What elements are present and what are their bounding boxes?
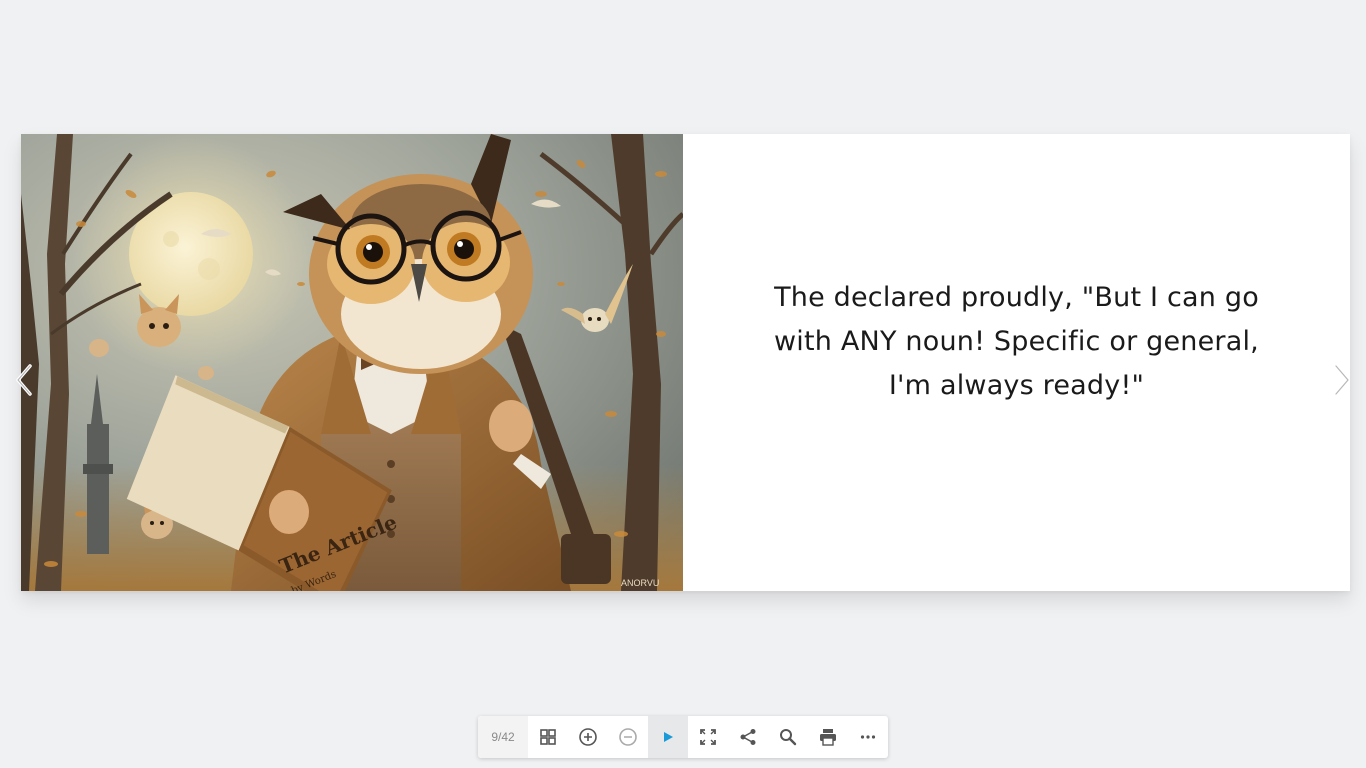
play-icon	[664, 732, 673, 742]
next-page-button[interactable]	[1328, 362, 1356, 398]
more-icon	[860, 735, 876, 739]
zoom-out-icon	[619, 728, 637, 746]
owl-reading-book-illustration: The Article by Words ANORVU	[21, 134, 683, 591]
fullscreen-button[interactable]	[688, 716, 728, 758]
zoom-out-button[interactable]	[608, 716, 648, 758]
share-button[interactable]	[728, 716, 768, 758]
zoom-in-button[interactable]	[568, 716, 608, 758]
more-button[interactable]	[848, 716, 888, 758]
share-icon	[740, 729, 756, 745]
artist-signature: ANORVU	[621, 578, 659, 588]
print-button[interactable]	[808, 716, 848, 758]
print-icon	[820, 729, 836, 746]
previous-page-button[interactable]	[10, 362, 38, 398]
chevron-left-icon	[16, 364, 32, 396]
autoplay-button[interactable]	[648, 716, 688, 758]
fullscreen-icon	[700, 729, 716, 745]
grid-icon	[540, 729, 556, 745]
search-icon	[780, 729, 797, 746]
thumbnails-button[interactable]	[528, 716, 568, 758]
zoom-in-icon	[579, 728, 597, 746]
flipbook-viewer: The Article by Words ANORVU The declared…	[0, 0, 1366, 768]
left-page-illustration: The Article by Words ANORVU	[21, 134, 683, 591]
viewer-toolbar: 9/42	[478, 716, 888, 758]
page-counter[interactable]: 9/42	[478, 716, 528, 758]
right-page: The declared proudly, "But I can go with…	[683, 134, 1350, 591]
book-spread: The Article by Words ANORVU The declared…	[21, 134, 1350, 591]
page-story-text: The declared proudly, "But I can go with…	[774, 281, 1259, 401]
chevron-right-icon	[1334, 364, 1350, 396]
search-button[interactable]	[768, 716, 808, 758]
